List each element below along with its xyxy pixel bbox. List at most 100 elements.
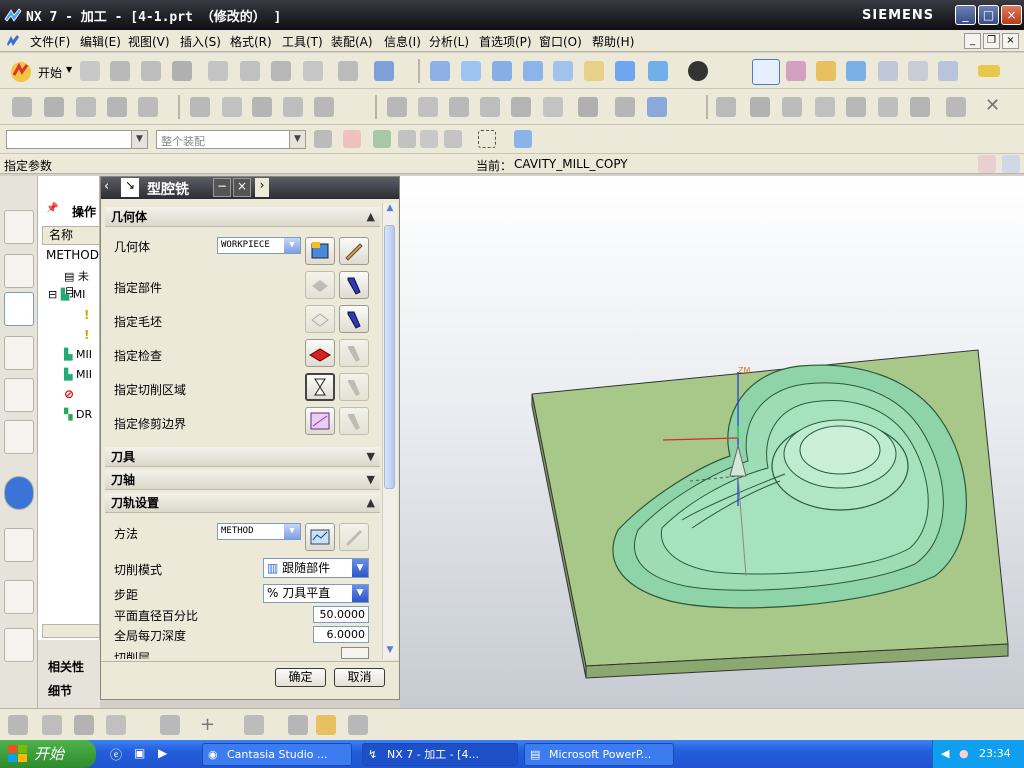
section-tool-axis[interactable]: 刀轴 ▼ [105, 470, 380, 490]
tool-icon-5[interactable] [160, 715, 180, 735]
type-filter-combo[interactable]: ▼ [6, 130, 148, 149]
print-icon[interactable] [172, 61, 192, 81]
new-icon[interactable] [80, 61, 100, 81]
orient-view-icon[interactable] [615, 61, 635, 81]
start-button[interactable]: 开始 [0, 740, 96, 768]
geometry-select[interactable]: WORKPIECE ▼ [217, 237, 301, 254]
tool-view-icon[interactable] [138, 97, 158, 117]
section-geometry[interactable]: 几何体 ▲ [105, 207, 380, 227]
scroll-down-icon[interactable]: ▼ [383, 645, 397, 655]
quick-launch-explorer-icon[interactable]: ▣ [134, 746, 145, 760]
part-model[interactable]: ZM [400, 176, 1024, 708]
list-item[interactable]: ▙ MII [64, 348, 92, 361]
feature-icon-7[interactable] [910, 97, 930, 117]
generate-path-icon[interactable] [190, 97, 210, 117]
percent-flat-diameter-input[interactable]: 50.0000 [313, 606, 369, 623]
tool-icon-2[interactable] [42, 715, 62, 735]
feature-icon-5[interactable] [846, 97, 866, 117]
menu-insert[interactable]: 插入(S) [180, 33, 221, 50]
menu-help[interactable]: 帮助(H) [592, 33, 634, 50]
background-icon[interactable] [688, 61, 708, 81]
menu-edit[interactable]: 编辑(E) [80, 33, 121, 50]
feature-icon-4[interactable] [815, 97, 835, 117]
column-name-header[interactable]: 名称 [42, 226, 100, 245]
display-cut-area-button[interactable] [339, 373, 369, 401]
create-geometry-icon[interactable] [846, 61, 866, 81]
ruler-icon[interactable] [978, 65, 1000, 77]
section-tool[interactable]: 刀具 ▼ [105, 447, 380, 467]
mdi-close-button[interactable]: × [1002, 33, 1019, 49]
specify-trim-button[interactable] [305, 407, 335, 435]
cue-options-icon[interactable] [978, 155, 996, 173]
stepover-select[interactable]: % 刀具平直 ▼ [263, 584, 369, 603]
task-powerpoint[interactable]: ▤ Microsoft PowerP... [524, 743, 674, 766]
dependencies-panel[interactable]: 相关性 [48, 658, 84, 675]
dialog-close-button[interactable]: × [233, 178, 251, 197]
graphics-window[interactable]: ZM [400, 176, 1024, 708]
minimize-button[interactable]: _ [955, 5, 976, 25]
tool-icon-6[interactable] [244, 715, 264, 735]
menu-format[interactable]: 格式(R) [230, 33, 272, 50]
tool-icon-9[interactable] [348, 715, 368, 735]
paste-operation-icon[interactable] [480, 97, 500, 117]
wcs-icon[interactable] [752, 59, 780, 85]
create-program-icon[interactable] [786, 61, 806, 81]
cut-levels-button[interactable] [341, 647, 369, 659]
mdi-minimize-button[interactable]: _ [964, 33, 981, 49]
render-style-icon[interactable] [648, 61, 668, 81]
shop-doc-icon[interactable] [578, 97, 598, 117]
rotate-icon[interactable] [553, 61, 573, 81]
view-select-icon[interactable] [514, 130, 532, 148]
ok-button[interactable]: 确定 [275, 668, 326, 687]
display-blank-button[interactable] [339, 305, 369, 333]
specify-check-button[interactable] [305, 339, 335, 367]
open-icon[interactable] [110, 61, 130, 81]
snap-center-icon[interactable] [444, 130, 462, 148]
cut-pattern-select[interactable]: ▥ 跟随部件 ▼ [263, 558, 369, 578]
information-icon[interactable] [647, 97, 667, 117]
start-dropdown-icon[interactable]: ▼ [66, 65, 72, 74]
feature-icon-3[interactable] [782, 97, 802, 117]
menu-assembly[interactable]: 装配(A) [331, 33, 373, 50]
create-tool-icon[interactable] [816, 61, 836, 81]
list-item[interactable]: ⊟ ▙ MI [48, 288, 85, 301]
snap-point-icon[interactable] [343, 130, 361, 148]
postprocess-icon[interactable] [314, 97, 334, 117]
output-cls-icon[interactable] [615, 97, 635, 117]
command-finder-icon[interactable] [374, 61, 394, 81]
specify-part-button[interactable] [305, 271, 335, 299]
replay-path-icon[interactable] [222, 97, 242, 117]
menu-info[interactable]: 信息(I) [384, 33, 421, 50]
menu-tools[interactable]: 工具(T) [282, 33, 323, 50]
snap-mid-icon[interactable] [398, 130, 416, 148]
expand-right-icon[interactable]: › [255, 178, 269, 197]
specify-blank-button[interactable] [305, 305, 335, 333]
scroll-up-icon[interactable]: ▲ [383, 203, 397, 213]
tool-icon-1[interactable] [8, 715, 28, 735]
cut-operation-icon[interactable] [418, 97, 438, 117]
cancel-button[interactable]: 取消 [334, 668, 385, 687]
undo-icon[interactable] [338, 61, 358, 81]
feature-icon-1[interactable] [716, 97, 736, 117]
dialog-scrollbar[interactable]: ▲ ▼ [382, 203, 397, 659]
tool-icon-3[interactable] [74, 715, 94, 735]
feature-icon-8[interactable] [946, 97, 966, 117]
display-trim-button[interactable] [339, 407, 369, 435]
edit-operation-icon[interactable] [387, 97, 407, 117]
properties-icon[interactable] [938, 61, 958, 81]
system-materials-tab[interactable] [4, 628, 34, 662]
machine-tool-view-icon[interactable] [44, 97, 64, 117]
list-item[interactable]: ▚ DR [64, 408, 92, 421]
zoom-window-icon[interactable] [461, 61, 481, 81]
tray-record-icon[interactable]: ● [959, 740, 969, 768]
zoom-icon[interactable] [492, 61, 512, 81]
snap-control-icon[interactable] [420, 130, 438, 148]
plus-icon[interactable]: + [200, 714, 215, 735]
pan-icon[interactable] [584, 61, 604, 81]
selection-settings-icon[interactable] [314, 130, 332, 148]
method-select[interactable]: METHOD ▼ [217, 523, 301, 540]
display-part-button[interactable] [339, 271, 369, 299]
fullscreen-icon[interactable] [1002, 155, 1020, 173]
details-panel[interactable]: 细节 [48, 682, 72, 699]
delete-operation-icon[interactable] [511, 97, 531, 117]
